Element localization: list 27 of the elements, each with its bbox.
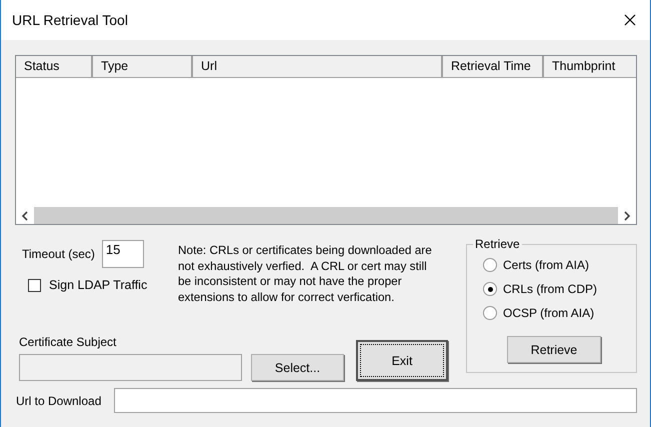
column-header[interactable]: Type [93, 56, 193, 77]
radio-button[interactable] [483, 282, 497, 296]
scrollbar-thumb[interactable] [34, 207, 618, 224]
radio-label: Certs (from AIA) [503, 258, 590, 272]
radio-button[interactable] [483, 306, 497, 320]
close-icon[interactable] [624, 14, 636, 26]
group-title: Retrieve [474, 237, 521, 251]
certificate-subject-label: Certificate Subject [19, 335, 118, 349]
column-header[interactable]: Retrieval Time [443, 56, 544, 77]
url-to-download-label: Url to Download [16, 394, 102, 408]
list-view[interactable]: Status Type Url Retrieval Time Thumbprint [15, 55, 637, 225]
radio-button[interactable] [483, 258, 497, 272]
select-button[interactable]: Select... [251, 354, 344, 381]
note-text: Note: CRLs or certificates being downloaded are not exhaustively verfied. A CRL or cert may still be inconsistent or may not have the proper extensions to allow for correct verfication. [178, 243, 433, 306]
timeout-field[interactable]: 15 [102, 240, 144, 268]
column-header[interactable]: Url [193, 56, 443, 77]
checkbox[interactable] [28, 278, 41, 292]
checkbox-label: Sign LDAP Traffic [49, 278, 148, 292]
column-header[interactable]: Status [16, 56, 93, 77]
timeout-label: Timeout (sec) [22, 247, 95, 261]
retrieve-button[interactable]: Retrieve [507, 336, 601, 363]
window-title: URL Retrieval Tool [12, 12, 128, 28]
radio-label: CRLs (from CDP) [503, 282, 598, 296]
url-field[interactable] [114, 388, 637, 413]
exit-button[interactable]: Exit [356, 340, 448, 381]
column-header[interactable]: Thumbprint [544, 56, 636, 77]
radio-label: OCSP (from AIA) [503, 306, 594, 320]
